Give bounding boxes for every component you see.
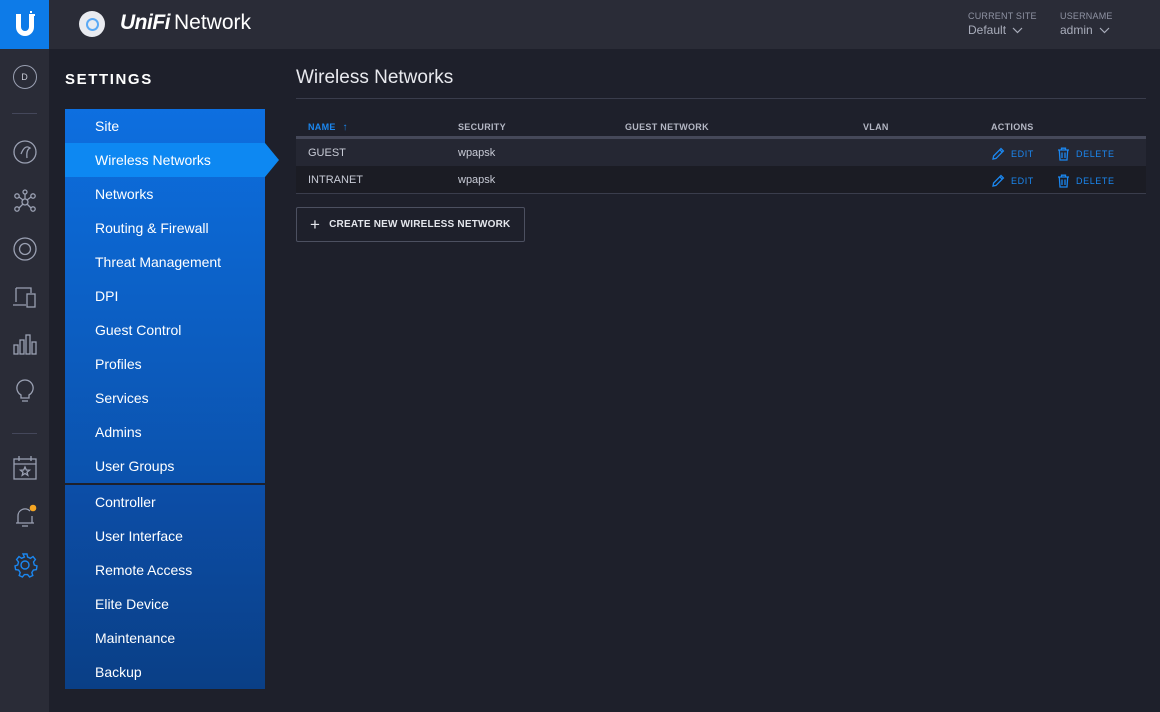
nav-item-maintenance[interactable]: Maintenance — [65, 621, 265, 655]
insights-icon[interactable] — [0, 374, 49, 408]
app-brand: UniFi Network — [120, 11, 251, 35]
sort-ascending-icon: ↑ — [342, 122, 348, 133]
nav-item-profiles[interactable]: Profiles — [65, 347, 265, 381]
cell-name: GUEST — [308, 147, 346, 159]
edit-label: EDIT — [1011, 149, 1034, 159]
table-body: GUEST wpapsk EDIT DELETE INTRANET wpapsk EDIT D… — [296, 139, 1146, 194]
settings-icon[interactable] — [0, 548, 49, 582]
ubiquiti-logo-icon — [15, 10, 35, 36]
nav-item-user-groups[interactable]: User Groups — [65, 449, 265, 483]
map-icon[interactable] — [0, 135, 49, 169]
column-header-name[interactable]: NAME ↑ — [308, 122, 348, 133]
column-header-name-label: NAME — [308, 122, 336, 132]
topology-icon[interactable] — [0, 185, 49, 219]
delete-button[interactable]: DELETE — [1057, 147, 1115, 161]
current-site-value: Default — [968, 23, 1007, 37]
nav-item-routing-and-firewall[interactable]: Routing & Firewall — [65, 211, 265, 245]
column-header-vlan[interactable]: VLAN — [863, 122, 889, 132]
settings-nav-group: Site Wireless Networks Networks Routing & F… — [65, 109, 279, 483]
create-new-wireless-network-button[interactable]: + CREATE NEW WIRELESS NETWORK — [296, 207, 525, 242]
rail-divider — [12, 433, 37, 434]
current-site-selector[interactable]: CURRENT SITE Default — [968, 11, 1037, 37]
pencil-icon — [992, 174, 1005, 187]
delete-label: DELETE — [1076, 176, 1115, 186]
ubiquiti-logo[interactable] — [0, 0, 49, 49]
site-icon[interactable] — [79, 11, 105, 37]
create-button-label: CREATE NEW WIRELESS NETWORK — [329, 219, 511, 230]
trash-icon — [1058, 174, 1069, 188]
nav-item-remote-access[interactable]: Remote Access — [65, 553, 265, 587]
cell-security: wpapsk — [458, 174, 496, 186]
nav-item-guest-control[interactable]: Guest Control — [65, 313, 265, 347]
delete-button[interactable]: DELETE — [1057, 174, 1115, 188]
nav-item-backup[interactable]: Backup — [65, 655, 265, 689]
settings-nav-group: Controller User Interface Remote Access Eli… — [65, 485, 265, 689]
brand-network: Network — [174, 11, 252, 34]
edit-label: EDIT — [1011, 176, 1034, 186]
column-header-actions: ACTIONS — [991, 122, 1034, 132]
top-header: UniFi Network CURRENT SITE Default USERNA… — [49, 0, 1160, 49]
wireless-networks-table: NAME ↑ SECURITY GUEST NETWORK VLAN ACTIO… — [296, 117, 1146, 194]
delete-label: DELETE — [1076, 149, 1115, 159]
events-icon[interactable] — [0, 451, 49, 485]
plus-icon: + — [310, 215, 321, 234]
brand-unifi: UniFi — [120, 11, 171, 34]
cell-name: INTRANET — [308, 174, 363, 186]
clients-icon[interactable] — [0, 280, 49, 314]
username-value: admin — [1060, 23, 1093, 37]
title-divider — [296, 98, 1146, 99]
nav-item-networks[interactable]: Networks — [65, 177, 265, 211]
column-header-security[interactable]: SECURITY — [458, 122, 506, 132]
page-title: Wireless Networks — [296, 67, 454, 88]
nav-item-elite-device[interactable]: Elite Device — [65, 587, 265, 621]
nav-item-dpi[interactable]: DPI — [65, 279, 265, 313]
nav-item-wireless-networks[interactable]: Wireless Networks — [65, 143, 279, 177]
rail-divider — [12, 113, 37, 114]
column-header-guest-network[interactable]: GUEST NETWORK — [625, 122, 709, 132]
devices-icon[interactable] — [0, 232, 49, 266]
chevron-down-icon — [1012, 27, 1023, 33]
dashboard-icon[interactable]: D — [0, 60, 49, 94]
username-selector[interactable]: USERNAME admin — [1060, 11, 1113, 37]
table-row[interactable]: GUEST wpapsk EDIT DELETE — [296, 139, 1146, 166]
chevron-down-icon — [1099, 27, 1110, 33]
current-site-label: CURRENT SITE — [968, 11, 1037, 21]
nav-item-user-interface[interactable]: User Interface — [65, 519, 265, 553]
table-row[interactable]: INTRANET wpapsk EDIT DELETE — [296, 166, 1146, 194]
left-rail: D — [0, 0, 49, 712]
table-header: NAME ↑ SECURITY GUEST NETWORK VLAN ACTIO… — [296, 117, 1146, 139]
cell-security: wpapsk — [458, 147, 496, 159]
settings-nav: Site Wireless Networks Networks Routing & F… — [65, 109, 279, 689]
alerts-icon[interactable] — [0, 500, 49, 534]
pencil-icon — [992, 147, 1005, 160]
dashboard-letter: D — [12, 65, 37, 89]
nav-item-admins[interactable]: Admins — [65, 415, 265, 449]
nav-item-controller[interactable]: Controller — [65, 485, 265, 519]
nav-item-services[interactable]: Services — [65, 381, 265, 415]
edit-button[interactable]: EDIT — [991, 147, 1034, 161]
trash-icon — [1058, 147, 1069, 161]
username-label: USERNAME — [1060, 11, 1113, 21]
settings-title: SETTINGS — [65, 71, 153, 88]
nav-item-threat-management[interactable]: Threat Management — [65, 245, 265, 279]
statistics-icon[interactable] — [0, 327, 49, 361]
edit-button[interactable]: EDIT — [991, 174, 1034, 188]
nav-item-site[interactable]: Site — [65, 109, 265, 143]
